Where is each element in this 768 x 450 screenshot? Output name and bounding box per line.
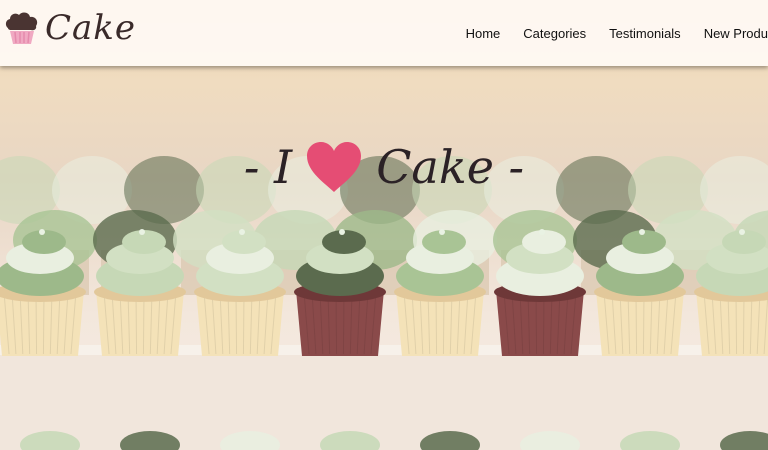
cupcakes-photo: [0, 156, 768, 450]
tagline-word: Cake -: [376, 140, 525, 194]
hero-tagline: - I Cake -: [0, 140, 768, 194]
main-nav: Home Categories Testimonials New Produ: [443, 0, 768, 66]
nav-testimonials[interactable]: Testimonials: [609, 26, 681, 41]
nav-new-products[interactable]: New Produ: [704, 26, 768, 41]
heart-icon: [307, 142, 362, 192]
brand-logo[interactable]: Cake: [3, 10, 136, 46]
tagline-prefix: - I: [243, 140, 293, 194]
top-navbar: Cake Home Categories Testimonials New Pr…: [0, 0, 768, 66]
nav-categories[interactable]: Categories: [523, 26, 586, 41]
brand-name: Cake: [45, 8, 137, 48]
nav-home[interactable]: Home: [466, 26, 501, 41]
cupcake-icon: [5, 12, 38, 44]
hero-banner: [0, 0, 768, 450]
